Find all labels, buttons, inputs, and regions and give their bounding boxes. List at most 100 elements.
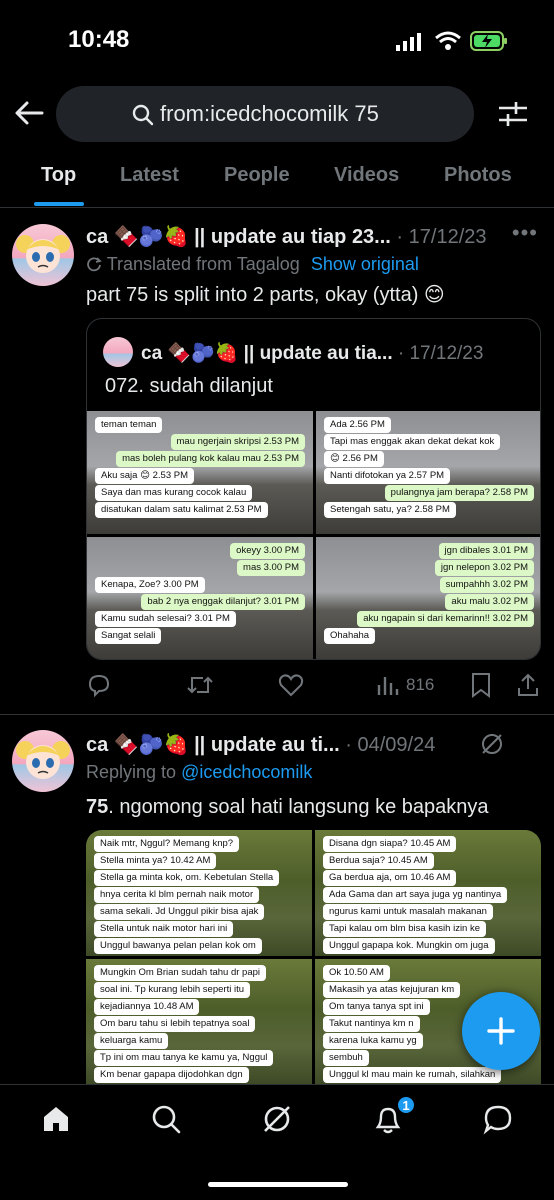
nav-home[interactable] (36, 1099, 76, 1139)
tab-photos[interactable]: Photos (444, 164, 512, 187)
search-icon (132, 104, 154, 126)
chat-bubble: bab 2 nya enggak dilanjut? 3.01 PM (141, 593, 305, 610)
avatar-image (16, 741, 70, 779)
compose-button[interactable] (462, 992, 540, 1070)
chat-bubble: Makasih ya atas kejujuran km (323, 981, 461, 998)
cellular-signal-icon (396, 33, 421, 51)
search-tabs: Top Latest People Videos Photos (0, 150, 554, 208)
post-date[interactable]: · 17/12/23 (396, 226, 486, 248)
chat-bubble: Kamu sudah selesai? 3.01 PM (95, 610, 236, 627)
quote-text: 072. sudah dilanjut (105, 375, 273, 397)
tab-top[interactable]: Top (41, 164, 76, 187)
quoted-post[interactable]: ca 🍫🫐🍓 || update au tia... · 17/12/23 07… (86, 318, 541, 660)
chat-bubble: okeyy 3.00 PM (230, 542, 305, 559)
chat-bubble: kejadiannya 10.48 AM (94, 998, 200, 1015)
status-bar: 10:48 (0, 0, 554, 80)
chat-screenshot-image[interactable]: Mungkin Om Brian sudah tahu dr papi soal … (86, 958, 312, 1084)
author-name[interactable]: ca 🍫🫐🍓 || update au tiap 23... (86, 226, 391, 248)
chat-bubble: Naik mtr, Nggul? Memang knp? (94, 836, 240, 852)
post-header: ca 🍫🫐🍓 || update au tiap 23... · 17/12/2… (86, 224, 487, 249)
share-icon (518, 673, 538, 696)
chat-bubble: Saya dan mas kurang cocok kalau (95, 485, 253, 501)
views-button[interactable]: 816 (376, 670, 434, 700)
chat-bubble: Setengah satu, ya? 2.58 PM (324, 502, 456, 518)
chat-bubble: disatukan dalam satu kalimat 2.53 PM (95, 502, 268, 518)
grok-icon (264, 1106, 290, 1132)
chat-bubble: aku ngapain si dari kemarinn!! 3.02 PM (357, 610, 534, 627)
like-button[interactable] (278, 670, 304, 700)
post-header: ca 🍫🫐🍓 || update au ti... · 04/09/24 (86, 732, 435, 757)
post-text: 75. ngomong soal hati langsung ke bapakn… (86, 796, 489, 819)
chat-bubble: Ada Gama dan art saya juga yg nantinya (323, 887, 508, 903)
chat-bubble: Takut nantinya km n (323, 1015, 420, 1032)
quote-date: · 17/12/23 (397, 343, 484, 364)
chat-bubble: Km benar gapapa dijodohkan dgn (94, 1066, 249, 1083)
search-input[interactable]: from:icedchocomilk 75 (56, 86, 474, 142)
chat-bubble: Om baru tahu si lebih tepatnya soal (94, 1015, 256, 1032)
more-icon[interactable]: ••• (512, 220, 538, 246)
back-arrow-icon[interactable] (12, 96, 46, 130)
avatar[interactable] (12, 224, 74, 286)
chat-bubble: Unggul kl mau main ke rumah, silahkan (323, 1066, 502, 1083)
home-indicator (208, 1182, 348, 1187)
chat-bubble: Mungkin Om Brian sudah tahu dr papi (94, 964, 267, 981)
post-actions: 816 (86, 670, 542, 700)
post-divider (0, 714, 554, 715)
nav-grok[interactable] (257, 1099, 297, 1139)
chat-bubble: jgn nelepon 3.02 PM (434, 559, 534, 576)
chat-bubble: mau ngerjain skripsi 2.53 PM (170, 434, 305, 450)
chat-screenshot-image[interactable]: Disana dgn siapa? 10.45 AM Berdua saja? 1… (315, 830, 541, 956)
tab-people[interactable]: People (224, 164, 290, 187)
bookmark-icon (472, 673, 490, 698)
share-button[interactable] (516, 670, 540, 700)
translated-label: Translated from Tagalog (106, 254, 300, 274)
nav-explore[interactable] (146, 1099, 186, 1139)
post-text-bold: 75 (86, 796, 109, 818)
replying-line: Replying to @icedchocomilk (86, 762, 312, 783)
nav-messages[interactable] (478, 1099, 518, 1139)
avatar[interactable] (12, 730, 74, 792)
author-name[interactable]: ca 🍫🫐🍓 || update au ti... (86, 734, 340, 756)
chat-screenshot-image[interactable]: teman teman mau ngerjain skripsi 2.53 PM m… (87, 411, 313, 534)
quote-avatar (103, 337, 133, 367)
chat-bubble: Tp ini om mau tanya ke kamu ya, Nggul (94, 1049, 274, 1066)
chat-bubble: ngurus kami untuk masalah makanan (323, 904, 493, 920)
chat-bubble: Berdua saja? 10.45 AM (323, 853, 434, 869)
chat-bubble: mas 3.00 PM (237, 559, 305, 576)
post-date[interactable]: · 04/09/24 (345, 734, 435, 756)
tab-videos[interactable]: Videos (334, 164, 399, 187)
search-query: from:icedchocomilk 75 (160, 101, 379, 126)
chat-bubble: teman teman (95, 417, 163, 433)
replying-to-link[interactable]: @icedchocomilk (181, 762, 312, 782)
chat-screenshot-image[interactable]: Ada 2.56 PM Tapi mas enggak akan dekat de… (316, 411, 540, 534)
chat-bubble: Kenapa, Zoe? 3.00 PM (95, 576, 205, 593)
chat-screenshot-image[interactable]: Naik mtr, Nggul? Memang knp? Stella minta… (86, 830, 312, 956)
chat-bubble: sembuh (323, 1049, 369, 1066)
chat-bubble: jgn dibales 3.01 PM (438, 542, 534, 559)
chat-bubble: 😊 2.56 PM (324, 451, 384, 467)
chat-bubble: Ga berdua aja, om 10.46 AM (323, 870, 457, 886)
chat-screenshot-image[interactable]: okeyy 3.00 PM mas 3.00 PM Kenapa, Zoe? 3.0… (87, 536, 313, 659)
views-icon (377, 677, 399, 695)
messages-icon (483, 1105, 512, 1135)
reply-button[interactable] (86, 670, 112, 700)
chat-bubble: keluarga kamu (94, 1032, 169, 1049)
tab-latest[interactable]: Latest (120, 164, 179, 187)
chat-screenshot-image[interactable]: jgn dibales 3.01 PM jgn nelepon 3.02 PM su… (316, 536, 540, 659)
like-icon (278, 674, 304, 697)
mute-icon[interactable] (480, 732, 504, 756)
active-tab-indicator (34, 202, 84, 206)
chat-bubble: mas boleh pulang kok kalau mau 2.53 PM (116, 451, 305, 467)
show-original-link[interactable]: Show original (311, 254, 419, 274)
bookmark-button[interactable] (470, 670, 492, 700)
chat-bubble: aku malu 3.02 PM (445, 593, 534, 610)
chat-bubble: soal ini. Tp kurang lebih seperti itu (94, 981, 250, 998)
chat-bubble: hnya cerita kl blm pernah naik motor (94, 887, 260, 903)
retweet-button[interactable] (186, 670, 214, 700)
filter-icon[interactable] (496, 98, 530, 130)
chat-bubble: Stella untuk naik motor hari ini (94, 921, 234, 937)
chat-bubble: Nanti difotokan ya 2.57 PM (324, 468, 451, 484)
plus-icon (487, 1017, 515, 1045)
quote-image-grid[interactable]: teman teman mau ngerjain skripsi 2.53 PM m… (87, 411, 540, 659)
chat-bubble: Unggul bawanya pelan pelan kok om (94, 938, 262, 954)
